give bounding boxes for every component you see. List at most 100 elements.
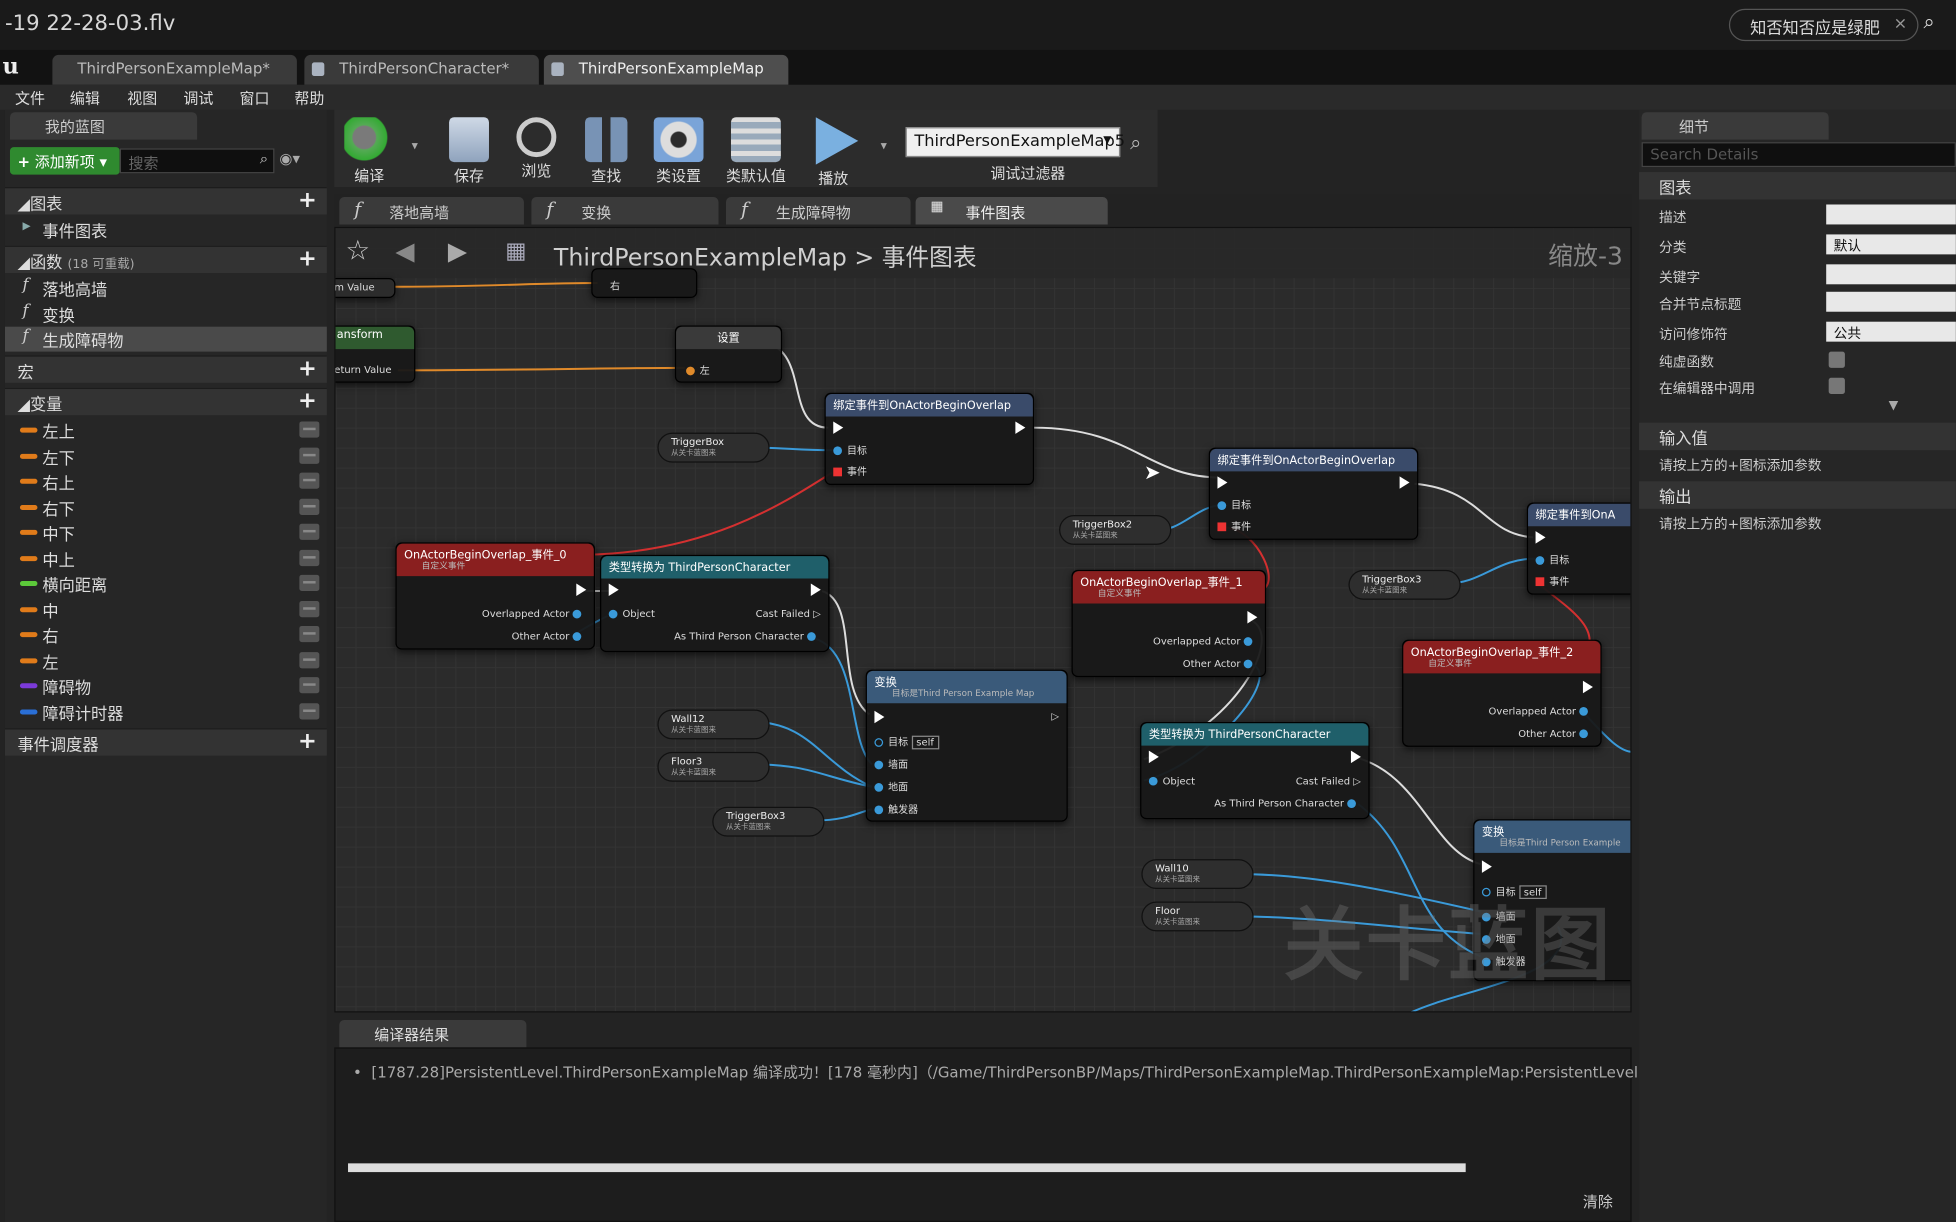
section-graphs[interactable]: ◢图表 + bbox=[4, 187, 327, 215]
find-button[interactable]: 查找 bbox=[571, 112, 641, 185]
pin-dot[interactable] bbox=[807, 632, 816, 641]
pin-dot[interactable] bbox=[1347, 799, 1356, 808]
panel-tab-my-blueprint[interactable]: 我的蓝图 bbox=[9, 112, 198, 140]
tab-level-map-modified[interactable]: ThirdPersonExampleMap* bbox=[52, 54, 297, 85]
variable-item[interactable]: 横向距离 bbox=[5, 571, 327, 596]
section-macros[interactable]: 宏 + bbox=[4, 355, 327, 383]
menu-debug[interactable]: 调试 bbox=[183, 87, 213, 108]
pin-dot[interactable] bbox=[1579, 706, 1588, 716]
search-icon[interactable]: ⌕ bbox=[1130, 131, 1141, 156]
visibility-eye-icon[interactable] bbox=[299, 549, 320, 566]
variable-item[interactable]: 左 bbox=[5, 648, 327, 673]
browse-button[interactable]: 浏览 bbox=[501, 112, 571, 184]
pin-dot[interactable] bbox=[1217, 501, 1227, 510]
pin-dot[interactable] bbox=[833, 446, 842, 456]
node-overlap-event[interactable]: OnActorBeginOverlap_事件_1 自定义事件 Overlappe… bbox=[1071, 569, 1267, 678]
exec-pin[interactable] bbox=[1535, 531, 1546, 544]
node-cast[interactable]: 类型转换为 ThirdPersonCharacter Object Cast F… bbox=[1140, 721, 1370, 820]
variable-item[interactable]: 右 bbox=[5, 622, 327, 647]
var-wall10[interactable]: Wall10 从关卡蓝图来 bbox=[1141, 859, 1254, 890]
tab-event-graph[interactable]: ▦ 事件图表 bbox=[915, 197, 1108, 225]
class-defaults-button[interactable]: 类默认值 bbox=[721, 112, 791, 185]
pin-dot[interactable] bbox=[1579, 729, 1588, 739]
variable-item[interactable]: 中 bbox=[5, 597, 327, 622]
pure-checkbox[interactable] bbox=[1828, 351, 1845, 368]
section-functions[interactable]: ◢函数 (18 可重载) + bbox=[4, 245, 327, 274]
pin-dot[interactable] bbox=[1535, 556, 1545, 565]
section-event-dispatchers[interactable]: 事件调度器 + bbox=[4, 728, 327, 756]
exec-pin[interactable] bbox=[833, 421, 844, 434]
node-transform[interactable]: 变换 目标是Third Person Example Map ▷ 目标 self… bbox=[865, 669, 1068, 822]
pin-dot[interactable] bbox=[1243, 637, 1253, 646]
menu-file[interactable]: 文件 bbox=[15, 87, 45, 108]
visibility-eye-icon[interactable] bbox=[299, 472, 320, 489]
add-macro-button[interactable]: + bbox=[298, 355, 317, 381]
node-cast[interactable]: 类型转换为 ThirdPersonCharacter Object Cast F… bbox=[599, 554, 830, 653]
chevron-down-icon[interactable]: ▾ bbox=[881, 140, 887, 154]
tab-graph-function[interactable]: f 变换 bbox=[531, 197, 719, 225]
node-overlap-event[interactable]: OnActorBeginOverlap_事件_0 自定义事件 Overlappe… bbox=[395, 542, 596, 650]
access-specifier-select[interactable]: 公共 bbox=[1826, 321, 1956, 342]
event-graph-item[interactable]: ▸ 事件图表 bbox=[5, 217, 327, 242]
pin-square[interactable] bbox=[1217, 522, 1227, 532]
horizontal-scrollbar[interactable] bbox=[348, 1163, 1466, 1173]
exec-pin[interactable] bbox=[1015, 421, 1026, 434]
node-pin-value[interactable]: m Value bbox=[335, 278, 396, 299]
clear-button[interactable]: 清除 bbox=[1583, 1191, 1613, 1212]
play-button[interactable]: 播放 bbox=[798, 112, 868, 187]
menu-edit[interactable]: 编辑 bbox=[70, 87, 100, 108]
var-wall12[interactable]: Wall12 从关卡蓝图来 bbox=[657, 709, 770, 740]
variable-item[interactable]: 障碍物 bbox=[5, 673, 327, 698]
var-floor3[interactable]: Floor3 从关卡蓝图来 bbox=[657, 751, 770, 782]
visibility-eye-icon[interactable] bbox=[299, 702, 320, 719]
search-pill[interactable]: 知否知否应是绿肥 × bbox=[1728, 8, 1919, 42]
exec-pin[interactable] bbox=[810, 583, 821, 597]
variable-item[interactable]: 左下 bbox=[5, 443, 327, 468]
details-search-input[interactable]: Search Details bbox=[1641, 142, 1956, 168]
exec-pin[interactable] bbox=[608, 583, 619, 597]
node-overlap-event[interactable]: OnActorBeginOverlap_事件_2 自定义事件 Overlappe… bbox=[1402, 639, 1602, 747]
pin-dot[interactable] bbox=[1148, 776, 1158, 786]
add-new-button[interactable]: + 添加新项 ▾ bbox=[9, 147, 120, 175]
menu-help[interactable]: 帮助 bbox=[294, 87, 324, 108]
visibility-eye-icon[interactable] bbox=[299, 447, 320, 464]
variable-item[interactable]: 右下 bbox=[5, 494, 327, 519]
pin-dot[interactable] bbox=[572, 632, 582, 641]
section-graph[interactable]: 图表 bbox=[1639, 172, 1956, 200]
variable-item[interactable]: 中上 bbox=[5, 546, 327, 570]
exec-pin[interactable] bbox=[576, 583, 587, 597]
visibility-eye-icon[interactable] bbox=[299, 600, 320, 617]
exec-pin[interactable] bbox=[1481, 860, 1492, 873]
var-trigger-box[interactable]: TriggerBox 从关卡蓝图来 bbox=[657, 432, 770, 463]
variable-item[interactable]: 左上 bbox=[5, 418, 327, 443]
eye-icon[interactable]: ◉▾ bbox=[279, 150, 300, 167]
variable-item[interactable]: 中下 bbox=[5, 520, 327, 545]
chevron-down-icon[interactable]: ▾ bbox=[412, 140, 418, 154]
exec-pin[interactable] bbox=[1148, 750, 1159, 764]
pin-square[interactable] bbox=[833, 467, 842, 477]
tab-level-map[interactable]: ThirdPersonExampleMap bbox=[543, 54, 789, 85]
visibility-eye-icon[interactable] bbox=[299, 651, 320, 668]
section-outputs[interactable]: 输出 bbox=[1639, 481, 1956, 509]
category-field[interactable]: 默认 bbox=[1826, 234, 1956, 255]
var-trigger-box-2[interactable]: TriggerBox2 从关卡蓝图来 bbox=[1059, 514, 1172, 545]
compile-button[interactable]: 编译 bbox=[334, 112, 404, 185]
node-bind-event[interactable]: 绑定事件到OnActorBeginOverlap 目标 事件 bbox=[1208, 447, 1419, 540]
visibility-eye-icon[interactable] bbox=[299, 421, 320, 438]
menu-view[interactable]: 视图 bbox=[127, 87, 157, 108]
exec-pin[interactable] bbox=[1350, 750, 1361, 764]
node-transform-partial[interactable]: ansform eturn Value bbox=[335, 325, 416, 383]
blueprint-search-input[interactable]: 搜索 ⌕ bbox=[119, 148, 275, 174]
tab-compiler-results[interactable]: 编译器结果 bbox=[339, 1019, 527, 1048]
star-icon[interactable]: ☆ bbox=[346, 236, 371, 267]
exec-pin[interactable] bbox=[1247, 610, 1258, 624]
visibility-eye-icon[interactable] bbox=[299, 498, 320, 515]
class-settings-button[interactable]: 类设置 bbox=[644, 112, 714, 185]
tab-graph-function[interactable]: f 生成障碍物 bbox=[725, 197, 911, 225]
add-variable-button[interactable]: + bbox=[298, 388, 317, 414]
menu-window[interactable]: 窗口 bbox=[240, 87, 270, 108]
visibility-eye-icon[interactable] bbox=[299, 523, 320, 540]
search-icon[interactable]: ⌕ bbox=[1923, 10, 1953, 40]
exec-pin[interactable] bbox=[1217, 476, 1228, 489]
var-floor[interactable]: Floor 从关卡蓝图来 bbox=[1141, 901, 1254, 932]
